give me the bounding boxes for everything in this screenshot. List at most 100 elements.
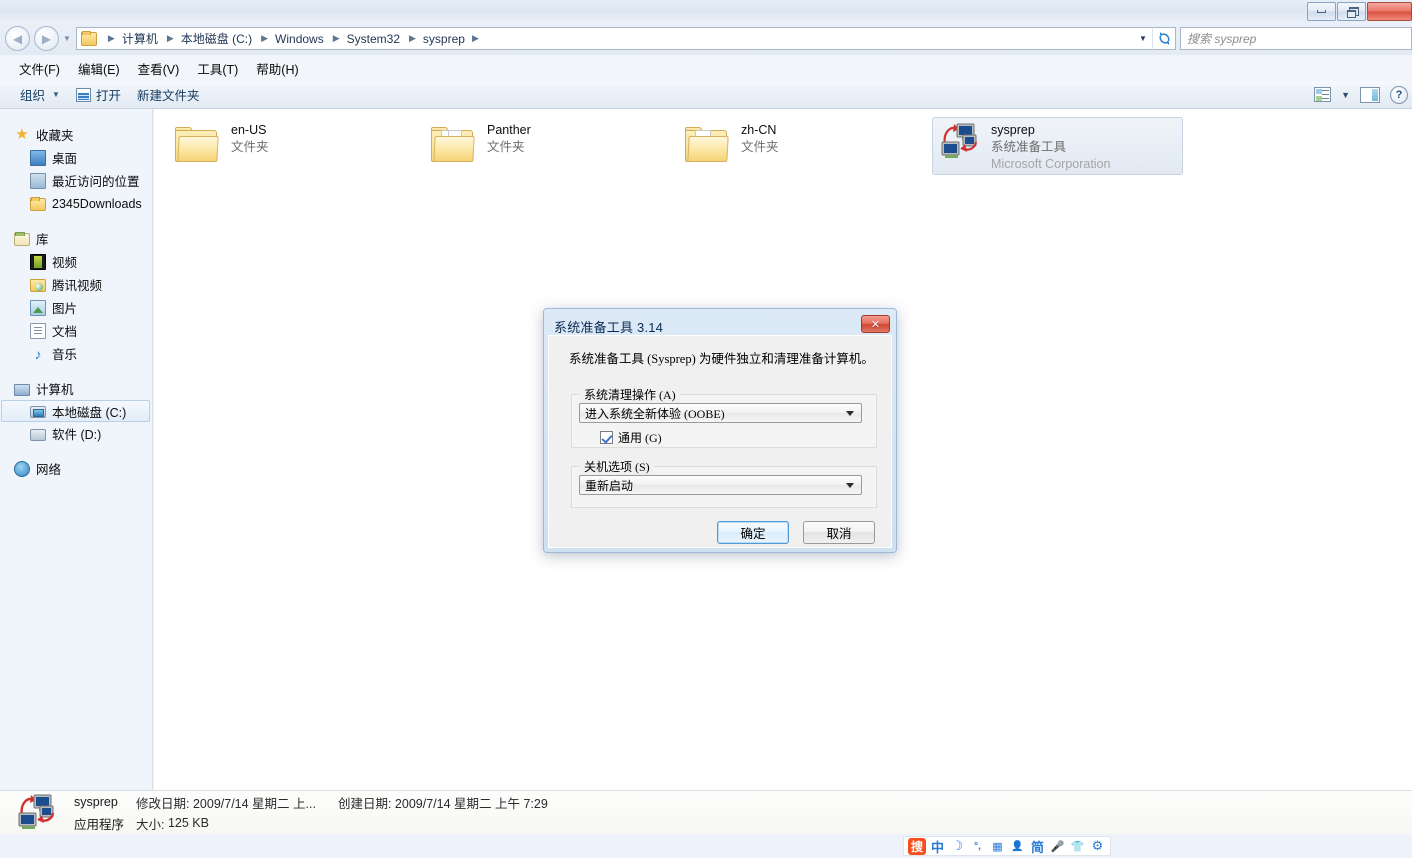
details-size-value: 125 KB (167, 816, 209, 830)
shutdown-option-dropdown[interactable]: 重新启动 (579, 475, 862, 495)
window-titlebar (0, 0, 1412, 22)
punctuation-icon[interactable]: °, (969, 838, 986, 855)
maximize-icon (1346, 7, 1359, 18)
ok-button[interactable]: 确定 (717, 521, 789, 544)
forward-button[interactable]: ▶ (34, 26, 59, 51)
details-modified-value: 2009/7/14 星期二 上... (192, 796, 316, 811)
voice-input-icon[interactable]: 🎤 (1049, 838, 1066, 855)
sidebar-item-label: 视频 (52, 256, 78, 270)
moon-icon[interactable]: ☽ (949, 838, 966, 855)
file-description: 系统准备工具 (991, 140, 1067, 154)
minimize-icon (1317, 10, 1326, 13)
refresh-button[interactable] (1152, 27, 1176, 50)
sidebar-item-desktop[interactable]: 桌面 (0, 146, 152, 169)
breadcrumb-separator: ▶ (471, 33, 479, 43)
menu-help[interactable]: 帮助(H) (247, 56, 307, 81)
nav-group-network: 网络 (0, 457, 152, 480)
generalize-label: 通用 (G) (618, 431, 662, 445)
open-button[interactable]: 打开 (68, 82, 129, 107)
file-type: 文件夹 (231, 140, 269, 154)
list-item[interactable]: zh-CN 文件夹 (678, 117, 786, 167)
soft-keyboard-icon[interactable]: ▦ (989, 838, 1006, 855)
chevron-down-icon[interactable]: ▼ (1341, 90, 1350, 100)
menu-tools[interactable]: 工具(T) (188, 56, 247, 81)
simplified-chinese-icon[interactable]: 简 (1029, 838, 1046, 855)
documents-library-icon (30, 322, 46, 339)
details-line-2: 应用程序 大小: 125 KB (74, 814, 548, 833)
dialog-close-button[interactable]: ✕ (861, 315, 890, 333)
sidebar-item-software-d[interactable]: 软件 (D:) (0, 422, 152, 445)
generalize-checkbox-row[interactable]: 通用 (G) (600, 429, 662, 446)
sidebar-item-pictures[interactable]: 图片 (0, 296, 152, 319)
breadcrumb-item-0[interactable]: ▶ 计算机 (100, 30, 159, 47)
breadcrumb-item-1[interactable]: ▶ 本地磁盘 (C:) (159, 30, 253, 47)
breadcrumb-item-3[interactable]: ▶ System32 (325, 32, 401, 46)
cleanup-action-group: 系统清理操作 (A) 进入系统全新体验 (OOBE) 通用 (G) (571, 386, 877, 448)
sidebar-item-music[interactable]: ♪ 音乐 (0, 342, 152, 365)
minimize-button[interactable] (1307, 2, 1336, 21)
local-disk-icon (30, 406, 46, 418)
network-icon (14, 460, 30, 477)
chevron-down-icon: ▼ (52, 90, 60, 99)
chinese-mode-icon[interactable]: 中 (929, 838, 946, 855)
nav-header-libraries[interactable]: 库 (0, 227, 152, 250)
generalize-checkbox[interactable] (600, 431, 613, 444)
close-button[interactable] (1367, 2, 1412, 21)
user-icon[interactable]: 👤 (1009, 838, 1026, 855)
details-modified-label: 修改日期: (136, 796, 190, 811)
sidebar-item-label: 2345Downloads (52, 196, 142, 211)
dialog-frame: 系统准备工具 3.14 ✕ 系统准备工具 (Sysprep) 为硬件独立和清理准… (544, 309, 896, 552)
breadcrumb-item-4[interactable]: ▶ sysprep ▶ (401, 32, 487, 46)
list-item[interactable]: Panther 文件夹 (424, 117, 538, 167)
sogou-logo-icon[interactable]: 搜 (908, 837, 926, 855)
new-folder-button[interactable]: 新建文件夹 (129, 82, 208, 107)
sidebar-item-2345downloads[interactable]: 2345Downloads (0, 192, 152, 215)
back-button[interactable]: ◀ (5, 26, 30, 51)
view-lines-icon (1322, 90, 1330, 101)
recent-pages-dropdown-icon[interactable]: ▼ (63, 34, 71, 43)
breadcrumb[interactable]: ▶ 计算机 ▶ 本地磁盘 (C:) ▶ Windows ▶ System32 ▶… (75, 27, 1134, 50)
pictures-library-icon (30, 299, 46, 316)
command-bar: 组织 ▼ 打开 新建文件夹 ▼ ? (0, 81, 1412, 109)
menu-view[interactable]: 查看(V) (129, 56, 189, 81)
preview-pane-button[interactable] (1360, 86, 1380, 103)
details-file-type: 应用程序 (74, 817, 125, 832)
file-type: 文件夹 (487, 140, 525, 154)
nav-group-computer: 计算机 本地磁盘 (C:) 软件 (D:) (0, 377, 152, 445)
sidebar-item-tencent-video[interactable]: 腾讯视频 (0, 273, 152, 296)
sidebar-item-label: 本地磁盘 (C:) (52, 405, 127, 420)
nav-header-label: 库 (36, 233, 49, 247)
menu-file[interactable]: 文件(F) (10, 56, 69, 81)
sidebar-item-recent-places[interactable]: 最近访问的位置 (0, 169, 152, 192)
cancel-button[interactable]: 取消 (803, 521, 875, 544)
search-input[interactable]: 搜索 sysprep (1180, 27, 1412, 50)
sidebar-item-videos[interactable]: 视频 (0, 250, 152, 273)
shutdown-option-label: 关机选项 (S) (580, 458, 654, 475)
sidebar-item-documents[interactable]: 文档 (0, 319, 152, 342)
sidebar-item-label: 桌面 (52, 152, 78, 166)
address-dropdown-button[interactable]: ▼ (1134, 27, 1152, 50)
back-arrow-icon: ◀ (12, 31, 23, 46)
breadcrumb-item-2[interactable]: ▶ Windows (253, 32, 325, 46)
skin-icon[interactable]: 👕 (1069, 838, 1086, 855)
maximize-button[interactable] (1337, 2, 1366, 21)
list-item-sysprep[interactable]: sysprep 系统准备工具 Microsoft Corporation (932, 117, 1183, 175)
nav-header-label: 网络 (36, 463, 62, 477)
folder-icon (685, 124, 731, 162)
menu-edit[interactable]: 编辑(E) (69, 56, 129, 81)
help-button[interactable]: ? (1390, 85, 1408, 104)
desktop-area (0, 834, 1412, 858)
breadcrumb-label: 本地磁盘 (C:) (180, 32, 253, 46)
cleanup-action-dropdown[interactable]: 进入系统全新体验 (OOBE) (579, 403, 862, 423)
nav-header-favorites[interactable]: ★ 收藏夹 (0, 123, 152, 146)
list-item[interactable]: en-US 文件夹 (168, 117, 276, 167)
organize-button[interactable]: 组织 ▼ (12, 82, 68, 107)
nav-header-network[interactable]: 网络 (0, 457, 152, 480)
nav-header-computer[interactable]: 计算机 (0, 377, 152, 400)
sidebar-item-local-disk-c[interactable]: 本地磁盘 (C:) (1, 400, 150, 422)
change-view-button[interactable] (1314, 87, 1332, 102)
details-created-value: 2009/7/14 星期二 上午 7:29 (394, 796, 548, 811)
chevron-down-icon (846, 483, 854, 488)
settings-gear-icon[interactable]: ⚙ (1089, 838, 1106, 855)
address-bar-row: ◀ ▶ ▼ ▶ 计算机 ▶ 本地磁盘 (C:) ▶ Windows ▶ Syst… (0, 22, 1412, 55)
